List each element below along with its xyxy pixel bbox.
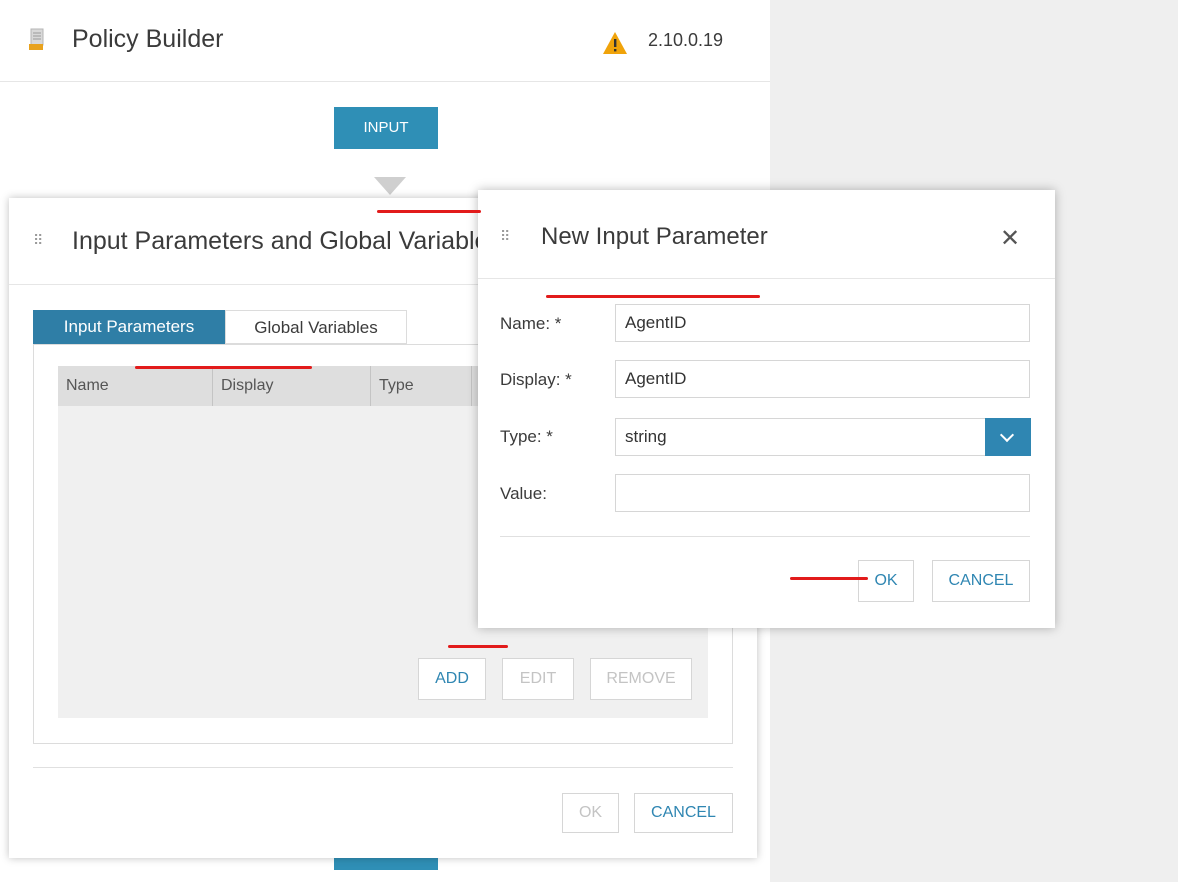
annotation-mark xyxy=(135,366,312,369)
app-header: Policy Builder 2.10.0.19 xyxy=(0,0,770,82)
annotation-mark xyxy=(546,295,760,298)
edit-button[interactable]: EDIT xyxy=(502,658,574,700)
type-label: Type: * xyxy=(500,427,553,446)
annotation-mark xyxy=(377,210,481,213)
dialog-title: New Input Parameter xyxy=(541,223,768,250)
column-header-type[interactable]: Type xyxy=(371,366,472,406)
app-title: Policy Builder xyxy=(72,25,224,53)
input-node[interactable]: INPUT xyxy=(334,107,438,149)
tab-input-parameters[interactable]: Input Parameters xyxy=(33,310,225,344)
type-select[interactable]: string xyxy=(615,418,987,456)
display-label: Display: * xyxy=(500,370,572,389)
warning-icon[interactable] xyxy=(602,31,628,55)
name-input[interactable]: AgentID xyxy=(615,304,1030,342)
version-label: 2.10.0.19 xyxy=(648,30,724,50)
dialog-title: Input Parameters and Global Variables xyxy=(72,227,501,255)
cancel-button[interactable]: CANCEL xyxy=(634,793,733,833)
new-input-parameter-dialog: ⠿ New Input Parameter ✕ Name: * AgentID … xyxy=(478,190,1055,628)
name-label: Name: * xyxy=(500,314,562,333)
remove-button[interactable]: REMOVE xyxy=(590,658,692,700)
document-icon xyxy=(29,28,44,50)
type-dropdown-button[interactable] xyxy=(985,418,1031,456)
ok-button[interactable]: OK xyxy=(858,560,914,602)
annotation-mark xyxy=(448,645,508,648)
annotation-mark xyxy=(790,577,868,580)
display-input[interactable]: AgentID xyxy=(615,360,1030,398)
cancel-button[interactable]: CANCEL xyxy=(932,560,1030,602)
divider xyxy=(478,278,1055,279)
divider xyxy=(500,536,1030,537)
ok-button[interactable]: OK xyxy=(562,793,619,833)
value-input[interactable] xyxy=(615,474,1030,512)
tab-global-variables[interactable]: Global Variables xyxy=(225,310,407,344)
drag-handle-icon[interactable]: ⠿ xyxy=(33,233,43,247)
column-header-name[interactable]: Name xyxy=(58,366,213,406)
flow-arrow-icon xyxy=(374,177,406,195)
column-header-display[interactable]: Display xyxy=(213,366,371,406)
chevron-down-icon xyxy=(999,427,1015,443)
divider xyxy=(33,767,733,768)
add-button[interactable]: ADD xyxy=(418,658,486,700)
close-icon[interactable]: ✕ xyxy=(998,224,1022,253)
value-label: Value: xyxy=(500,484,547,503)
next-node[interactable] xyxy=(334,856,438,870)
drag-handle-icon[interactable]: ⠿ xyxy=(500,229,510,243)
